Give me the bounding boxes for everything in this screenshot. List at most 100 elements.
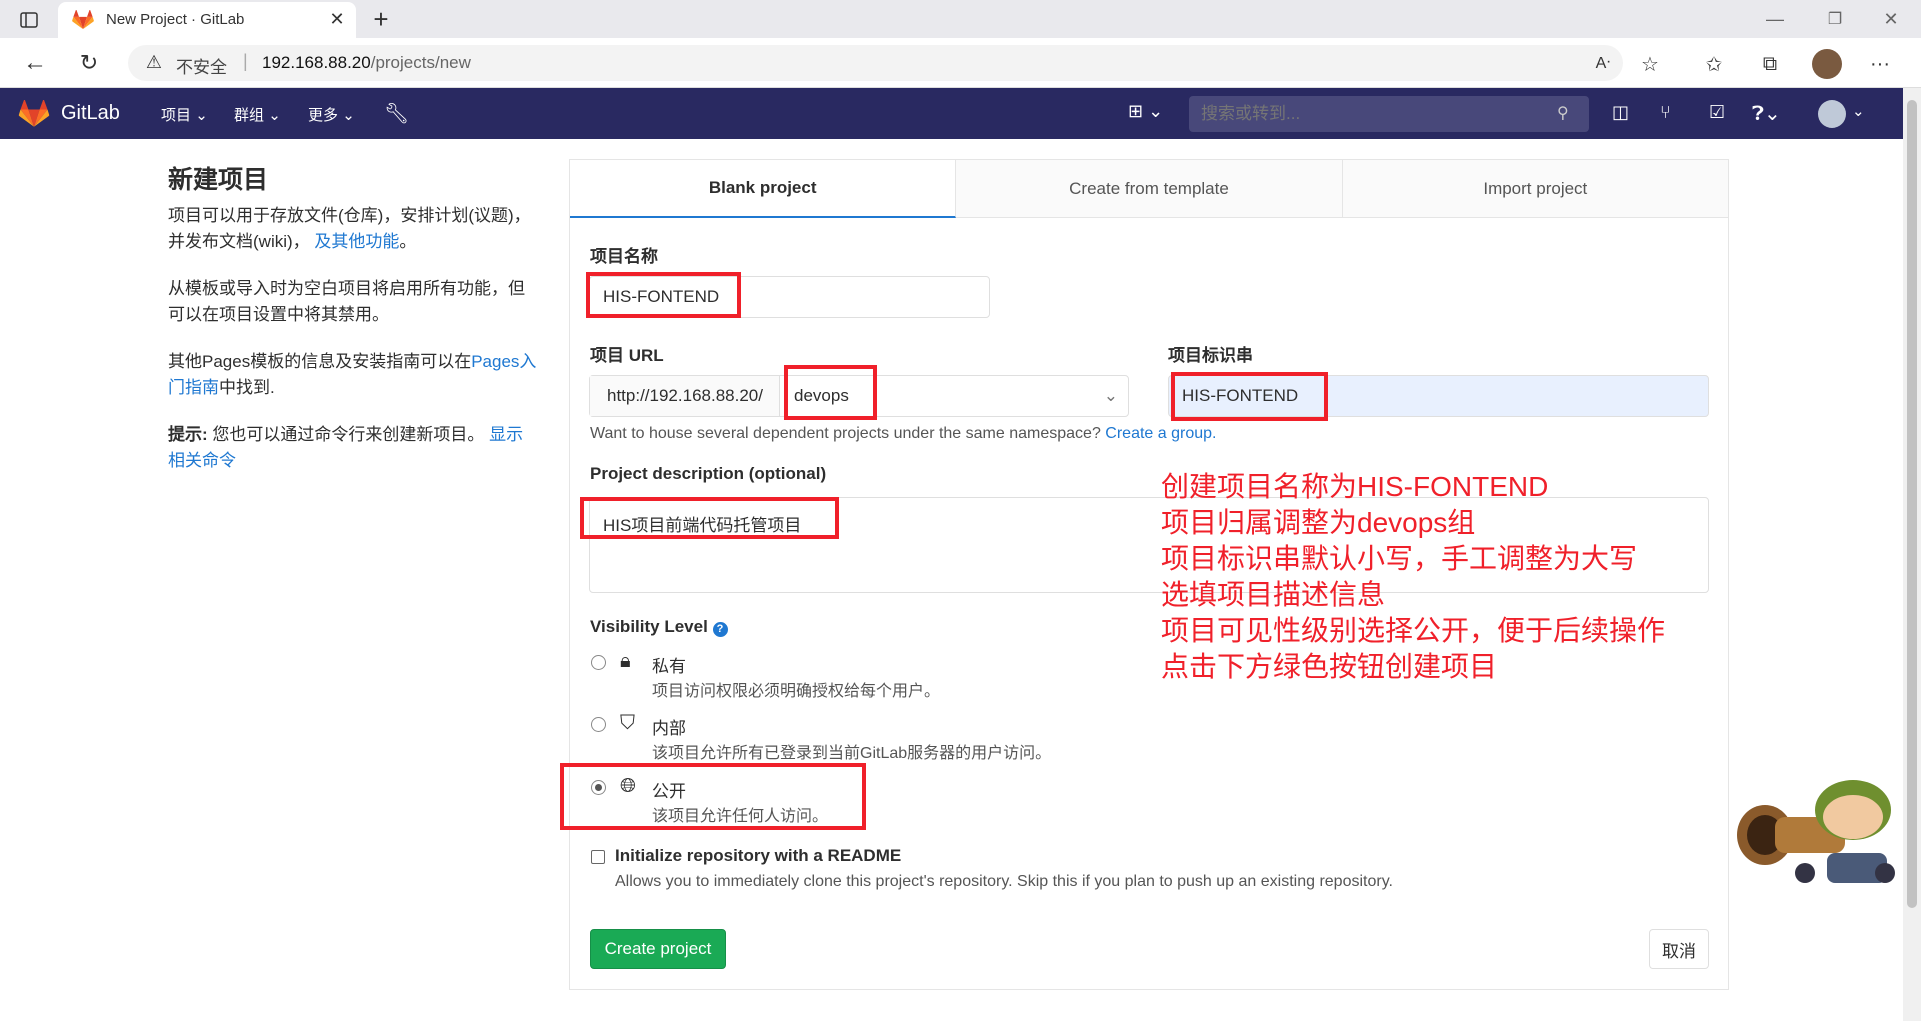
minimize-icon[interactable]: — (1760, 4, 1790, 34)
back-icon[interactable]: ← (20, 48, 50, 78)
annotation-line: 项目可见性级别选择公开，便于后续操作 (1161, 615, 1666, 646)
nav-groups-label: 群组 (234, 107, 265, 124)
readme-checkbox[interactable] (591, 850, 605, 864)
sidebar-pages-note: 其他Pages模板的信息及安装指南可以在Pages入门指南中找到. (168, 349, 538, 401)
close-tab-icon[interactable]: ✕ (324, 6, 350, 32)
annotation-line: 项目归属调整为devops组 (1161, 507, 1476, 538)
favorites-icon[interactable]: ✩ (1700, 50, 1728, 78)
gitlab-favicon-icon (72, 9, 94, 30)
url-path: /projects/new (370, 53, 471, 72)
radio-internal[interactable] (591, 717, 606, 732)
tab-create-from-template[interactable]: Create from template (956, 160, 1343, 218)
sidebar-intro: 项目可以用于存放文件(仓库)，安排计划(议题)，并发布文档(wiki)， 及其他… (168, 203, 538, 255)
radio-private[interactable] (591, 655, 606, 670)
read-aloud-icon[interactable]: Aᐧ (1590, 50, 1616, 76)
nav-groups[interactable]: 群组 ⌄ (234, 104, 281, 125)
url-divider: | (243, 51, 248, 71)
annotation-line: 项目标识串默认小写，手工调整为大写 (1161, 543, 1638, 574)
new-item-plus-icon[interactable]: ⊞ ⌄ (1128, 101, 1163, 122)
issues-icon[interactable]: ◫ (1612, 102, 1629, 123)
collections-icon[interactable]: ⧉ (1756, 50, 1784, 78)
private-title: 私有 (652, 657, 686, 676)
highlight-box (560, 763, 866, 830)
tab-blank-project[interactable]: Blank project (570, 160, 957, 218)
pages-note-text: 其他Pages模板的信息及安装指南可以在 (168, 352, 472, 371)
tab-title: New Project · GitLab (106, 11, 245, 28)
chevron-down-icon: ⌄ (342, 107, 355, 124)
gitlab-navbar: GitLab 项目 ⌄ 群组 ⌄ 更多 ⌄ 🔧︎ ⊞ ⌄ ⚲ ◫ ⑂ ☑ ❓︎⌄… (0, 88, 1903, 139)
readme-label[interactable]: Initialize repository with a README (615, 846, 901, 866)
chevron-down-icon: ⌄ (1103, 386, 1118, 405)
private-desc: 项目访问权限必须明确授权给每个用户。 (652, 683, 941, 700)
tip-text: 您也可以通过命令行来创建新项目。 (212, 425, 485, 444)
sidebar-tip: 提示: 您也可以通过命令行来创建新项目。 显示相关命令 (168, 422, 538, 474)
chevron-down-icon[interactable]: ⌄ (1852, 102, 1865, 120)
warning-icon[interactable]: ⚠ (142, 50, 166, 74)
page-scrollbar[interactable] (1903, 88, 1921, 1021)
merge-request-icon[interactable]: ⑂ (1660, 102, 1671, 123)
visibility-level-label: Visibility Level ? (590, 617, 728, 637)
mascot-widget[interactable] (1735, 755, 1905, 895)
address-bar[interactable]: ⚠ 不安全 | 192.168.88.20/projects/new Aᐧ (128, 45, 1623, 81)
browser-tab[interactable]: New Project · GitLab ✕ (58, 2, 356, 38)
scrollbar-thumb[interactable] (1907, 100, 1917, 908)
gitlab-brand[interactable]: GitLab (61, 102, 120, 125)
shield-icon: ⛉ (620, 712, 635, 734)
search-input[interactable] (1189, 96, 1549, 132)
annotation-line: 创建项目名称为HIS-FONTEND (1161, 471, 1549, 502)
restore-icon[interactable]: ❐ (1820, 4, 1850, 34)
search-box[interactable]: ⚲ (1189, 96, 1589, 132)
sidebar-template-note: 从模板或导入时为空白项目将启用所有功能，但可以在项目设置中将其禁用。 (168, 279, 525, 324)
favorite-add-icon[interactable]: ☆ (1636, 50, 1664, 78)
help-question-icon[interactable]: ? (712, 622, 728, 637)
close-window-icon[interactable]: ✕ (1876, 4, 1906, 34)
tab-actions-icon[interactable] (16, 7, 42, 33)
profile-avatar[interactable] (1812, 49, 1842, 79)
admin-wrench-icon[interactable]: 🔧︎ (384, 101, 409, 126)
tip-label: 提示: (168, 425, 208, 444)
project-url-label: 项目 URL (590, 346, 664, 365)
other-features-link[interactable]: 及其他功能 (314, 232, 399, 251)
reload-icon[interactable]: ↻ (74, 48, 104, 78)
todos-icon[interactable]: ☑ (1709, 102, 1725, 123)
nav-projects[interactable]: 项目 ⌄ (161, 104, 208, 125)
url-text[interactable]: 192.168.88.20/projects/new (262, 53, 471, 73)
highlight-box (1171, 372, 1328, 421)
group-hint: Want to house several dependent projects… (590, 425, 1216, 443)
description-label: Project description (optional) (590, 464, 827, 483)
help-icon[interactable]: ❓︎⌄ (1752, 101, 1781, 126)
pages-note-end: 中找到. (219, 378, 275, 397)
group-hint-text: Want to house several dependent projects… (590, 425, 1101, 442)
gitlab-logo-icon[interactable] (18, 99, 50, 128)
lock-icon: 🔒︎ (620, 650, 631, 672)
create-group-link[interactable]: Create a group. (1105, 425, 1216, 442)
create-project-button[interactable]: Create project (590, 929, 726, 969)
highlight-box (586, 272, 741, 318)
internal-title: 内部 (652, 719, 686, 738)
internal-desc: 该项目允许所有已登录到当前GitLab服务器的用户访问。 (652, 745, 1052, 762)
annotation-line: 选填项目描述信息 (1161, 579, 1386, 610)
tab-import-project[interactable]: Import project (1342, 160, 1728, 218)
page-title: 新建项目 (168, 166, 269, 194)
url-prefix: http://192.168.88.20/ (590, 376, 780, 416)
more-menu-icon[interactable]: ··· (1866, 50, 1894, 78)
browser-tab-bar: New Project · GitLab ✕ + — ❐ ✕ (0, 0, 1921, 38)
nav-more[interactable]: 更多 ⌄ (308, 104, 355, 125)
new-tab-icon[interactable]: + (368, 4, 394, 34)
instruction-annotation: 创建项目名称为HIS-FONTEND 项目归属调整为devops组 项目标识串默… (1161, 469, 1721, 685)
search-icon: ⚲ (1557, 105, 1569, 122)
intro-end: 。 (399, 232, 417, 251)
security-label[interactable]: 不安全 (176, 53, 227, 78)
project-tabs: Blank project Create from template Impor… (570, 160, 1728, 218)
readme-desc: Allows you to immediately clone this pro… (615, 873, 1393, 890)
chevron-down-icon: ⌄ (268, 107, 281, 124)
url-host: 192.168.88.20 (262, 53, 371, 72)
project-slug-label: 项目标识串 (1168, 346, 1253, 365)
cancel-button[interactable]: 取消 (1649, 929, 1709, 969)
nav-more-label: 更多 (308, 107, 339, 124)
user-avatar[interactable] (1818, 100, 1846, 128)
annotation-line: 点击下方绿色按钮创建项目 (1161, 651, 1498, 682)
visibility-label-text: Visibility Level (590, 617, 708, 636)
project-name-label: 项目名称 (590, 247, 658, 266)
chevron-down-icon: ⌄ (195, 107, 208, 124)
